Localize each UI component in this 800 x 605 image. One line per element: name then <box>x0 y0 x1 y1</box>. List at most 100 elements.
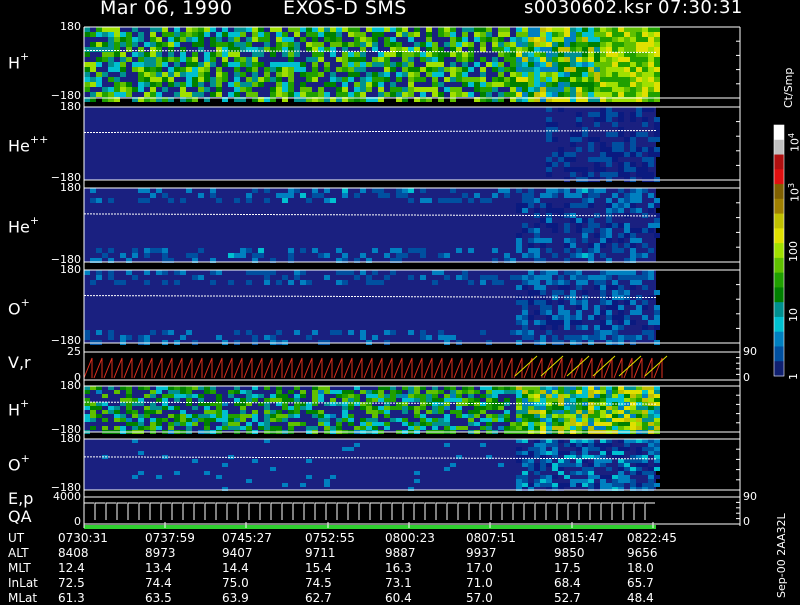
footer-row-ALT: ALT <box>8 546 29 560</box>
colorbar-seg-16 <box>774 361 784 377</box>
footer-ALT-7: 9656 <box>627 546 658 560</box>
footer-UT-3: 0752:55 <box>305 531 355 545</box>
panel-7-ytick-top: 180 <box>60 432 81 445</box>
colorbar-tick-base: 100 <box>787 241 800 262</box>
panel-label-2: He++ <box>8 133 48 155</box>
colorbar-seg-11 <box>774 287 784 303</box>
footer-row-InLat: InLat <box>8 576 38 590</box>
panel-label-sup: ++ <box>29 133 49 146</box>
panel-label-suffix: ,r <box>18 353 31 372</box>
footer-MLT-1: 13.4 <box>145 561 172 575</box>
footer-MLat-5: 57.0 <box>466 591 493 605</box>
panel-8-rtick-bottom: 0 <box>743 515 750 528</box>
colorbar-tick-base: 1 <box>787 373 800 380</box>
colorbar-tick-4: 1 <box>787 373 800 380</box>
panel-label-sup: + <box>20 296 30 309</box>
footer-row-MLT: MLT <box>8 561 31 575</box>
colorbar-seg-9 <box>774 257 784 274</box>
panel-label-sup: + <box>20 397 30 410</box>
panel-4-ytick-top: 180 <box>60 263 81 276</box>
colorbar-tick-0: 104 <box>787 133 800 152</box>
footer-InLat-6: 68.4 <box>554 576 581 590</box>
panel-label-7: O+ <box>8 452 30 474</box>
panel-label-6: H+ <box>8 397 29 419</box>
panel-6-ytick-top: 180 <box>60 379 81 392</box>
footer-MLT-4: 16.3 <box>385 561 412 575</box>
colorbar-seg-13 <box>774 316 784 333</box>
footer-InLat-0: 72.5 <box>58 576 85 590</box>
panel-label-1: H+ <box>8 50 29 72</box>
footer-UT-4: 0800:23 <box>385 531 435 545</box>
footer-InLat-4: 73.1 <box>385 576 412 590</box>
panel-label-main: He <box>8 136 30 156</box>
panel-8-rtick-top: 90 <box>743 490 757 503</box>
footer-UT-7: 0822:45 <box>627 531 677 545</box>
panel-label-5: V,r <box>8 354 31 372</box>
colorbar-tick-exp: 4 <box>787 132 796 138</box>
footer-UT-5: 0807:51 <box>466 531 516 545</box>
footer-InLat-5: 71.0 <box>466 576 493 590</box>
footer-InLat-3: 74.5 <box>305 576 332 590</box>
panel-label-suffix: ,p <box>18 489 34 508</box>
version-label: Sep-00 2AA32L <box>775 513 788 598</box>
colorbar-unit: Ct/Smp <box>782 67 795 108</box>
colorbar-seg-4 <box>774 184 784 200</box>
panel-label-main: O <box>8 455 21 475</box>
panel-label-main: H <box>8 400 21 420</box>
panel-label-main: H <box>8 53 21 73</box>
footer-MLat-3: 62.7 <box>305 591 332 605</box>
footer-MLT-3: 15.4 <box>305 561 332 575</box>
colorbar-seg-3 <box>774 169 784 185</box>
colorbar-seg-5 <box>774 198 784 215</box>
panel-label-sup: + <box>29 214 40 227</box>
footer-MLT-0: 12.4 <box>58 561 85 575</box>
colorbar-seg-7 <box>774 228 784 244</box>
panel-5-rtick-bottom: 0 <box>743 371 750 384</box>
footer-MLat-6: 52.7 <box>554 591 581 605</box>
footer-MLat-1: 63.5 <box>145 591 172 605</box>
footer-row-UT: UT <box>8 531 25 545</box>
colorbar-seg-0 <box>774 125 784 141</box>
colorbar-tick-base: 10 <box>788 188 800 202</box>
footer-InLat-2: 75.0 <box>222 576 249 590</box>
colorbar-seg-12 <box>774 302 784 318</box>
panel-label-qa: QA <box>8 507 32 526</box>
footer-MLT-6: 17.5 <box>554 561 581 575</box>
panel-5-bg <box>84 352 656 380</box>
footer-ALT-1: 8973 <box>145 546 176 560</box>
panel-label-main: He <box>8 217 30 237</box>
panel-8-ytick-bottom: 0 <box>74 515 81 528</box>
colorbar-tick-exp: 3 <box>787 182 796 188</box>
colorbar-tick-2: 100 <box>787 241 800 262</box>
panel-label-4: O+ <box>8 296 30 318</box>
colorbar-tick-base: 10 <box>787 308 800 322</box>
footer-InLat-7: 65.7 <box>627 576 654 590</box>
panel-1-ytick-top: 180 <box>60 20 81 33</box>
footer-UT-1: 0737:59 <box>145 531 195 545</box>
panel-label-sup: + <box>20 50 30 63</box>
panel-label-3: He+ <box>8 214 39 236</box>
panel-8-ytick-top: 4000 <box>53 490 81 503</box>
colorbar-seg-2 <box>774 154 784 170</box>
footer-MLat-4: 60.4 <box>385 591 412 605</box>
colorbar-seg-6 <box>774 213 784 229</box>
colorbar-seg-15 <box>774 346 784 362</box>
panel-6-spectrogram <box>84 386 660 434</box>
panel-label-main: O <box>8 299 21 319</box>
panel-5-rtick-top: 90 <box>743 345 757 358</box>
panel-label-8: E,p QA <box>8 490 33 526</box>
panel-5-ytick-top: 25 <box>67 345 81 358</box>
colorbar-tick-1: 103 <box>787 183 800 202</box>
footer-UT-0: 0730:31 <box>58 531 108 545</box>
footer-MLT-5: 17.0 <box>466 561 493 575</box>
footer-ALT-5: 9937 <box>466 546 497 560</box>
footer-UT-2: 0745:27 <box>222 531 272 545</box>
panel-label-sup: + <box>20 452 30 465</box>
footer-UT-6: 0815:47 <box>554 531 604 545</box>
footer-ALT-4: 9887 <box>385 546 416 560</box>
footer-ALT-0: 8408 <box>58 546 89 560</box>
footer-MLat-2: 63.9 <box>222 591 249 605</box>
footer-MLT-7: 18.0 <box>627 561 654 575</box>
panel-label-main: E <box>8 489 19 508</box>
spectrogram-chart <box>83 26 785 529</box>
